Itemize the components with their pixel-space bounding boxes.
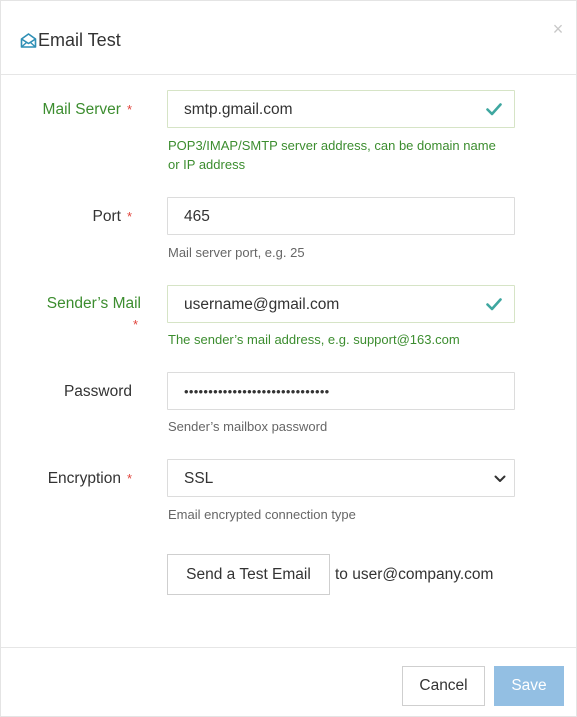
email-test-dialog: Email Test × Mail Server * smtp.gmail.com… xyxy=(0,0,577,717)
sender-mail-label-text: Sender’s Mail xyxy=(46,295,141,312)
sender-mail-value: username@gmail.com xyxy=(184,296,340,313)
close-icon[interactable]: × xyxy=(549,20,567,38)
port-help: Mail server port, e.g. 25 xyxy=(168,245,305,260)
required-marker: * xyxy=(132,317,138,332)
mail-server-input[interactable]: smtp.gmail.com xyxy=(167,90,515,128)
mail-server-label: Mail Server * xyxy=(43,101,132,119)
envelope-open-icon xyxy=(20,33,37,48)
test-recipient-text: to user@company.com xyxy=(335,566,494,583)
encryption-value: SSL xyxy=(184,470,214,487)
check-icon xyxy=(486,298,502,311)
encryption-select[interactable]: SSL xyxy=(167,459,515,497)
port-label: Port * xyxy=(93,208,133,226)
check-icon xyxy=(486,103,502,116)
required-marker: * xyxy=(126,209,132,224)
encryption-label-text: Encryption xyxy=(47,470,121,487)
port-input[interactable]: 465 xyxy=(167,197,515,235)
mail-server-help: POP3/IMAP/SMTP server address, can be do… xyxy=(168,138,496,172)
password-label-text: Password xyxy=(63,383,132,400)
password-value: •••••••••••••••••••••••••••••• xyxy=(184,384,330,399)
dialog-header: Email Test × xyxy=(1,1,576,75)
dialog-title: Email Test xyxy=(38,30,121,50)
required-marker: * xyxy=(126,102,132,117)
password-help: Sender’s mailbox password xyxy=(168,419,328,434)
save-button[interactable]: Save xyxy=(494,666,564,706)
encryption-label: Encryption * xyxy=(48,470,132,488)
port-label-text: Port xyxy=(92,208,121,225)
sender-mail-label: Sender’s Mail * xyxy=(1,295,141,332)
mail-server-label-text: Mail Server xyxy=(42,101,121,118)
port-value: 465 xyxy=(184,208,210,225)
dialog-footer: Cancel Save xyxy=(1,647,576,717)
send-test-email-button[interactable]: Send a Test Email xyxy=(167,554,330,595)
password-label: Password xyxy=(64,383,132,401)
mail-server-value: smtp.gmail.com xyxy=(184,101,293,118)
sender-mail-input[interactable]: username@gmail.com xyxy=(167,285,515,323)
password-input[interactable]: •••••••••••••••••••••••••••••• xyxy=(167,372,515,410)
required-marker: * xyxy=(126,471,132,486)
chevron-down-icon xyxy=(494,475,506,482)
cancel-button[interactable]: Cancel xyxy=(402,666,485,706)
encryption-help: Email encrypted connection type xyxy=(168,507,356,522)
sender-mail-help: The sender’s mail address, e.g. support@… xyxy=(168,332,460,347)
